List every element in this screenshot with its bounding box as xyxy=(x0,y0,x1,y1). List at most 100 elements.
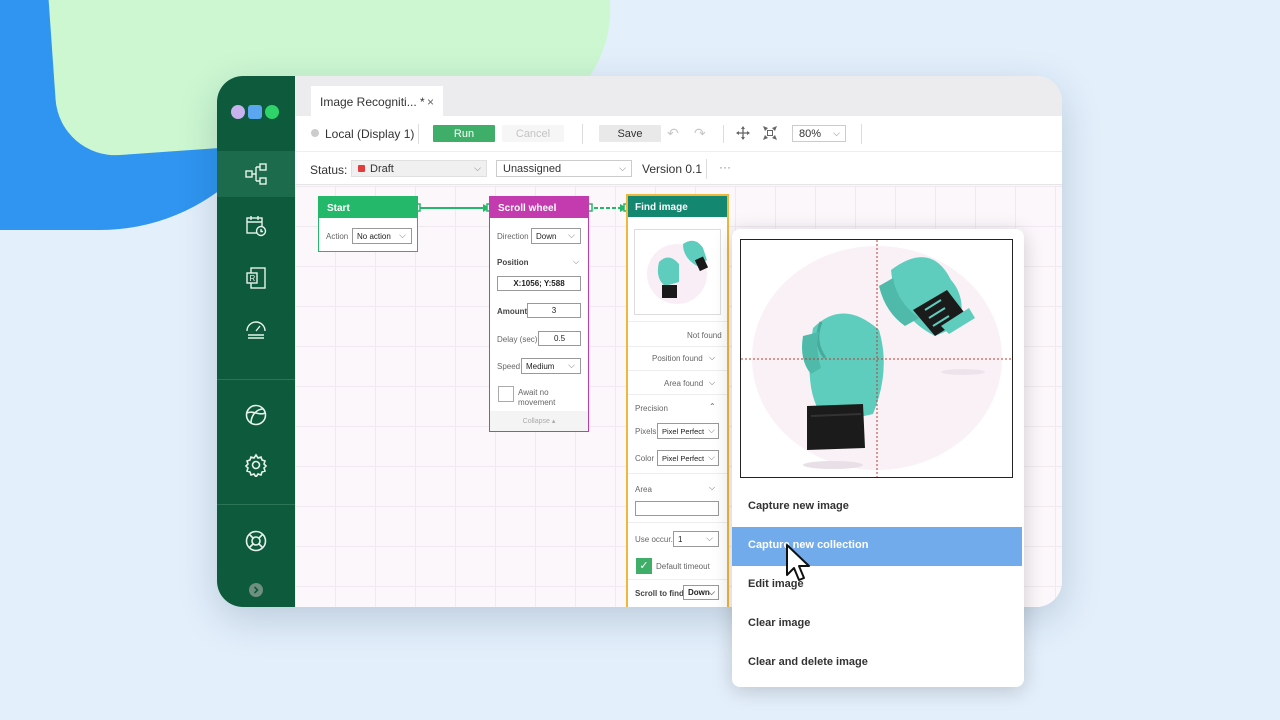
sidebar-divider xyxy=(217,379,295,380)
workflow-icon[interactable] xyxy=(243,161,269,187)
close-icon[interactable]: × xyxy=(427,95,434,109)
run-button[interactable]: Run xyxy=(433,125,495,142)
assignee-select[interactable]: Unassigned ⌵ xyxy=(496,160,632,177)
default-timeout-label: Default timeout xyxy=(656,562,710,571)
toolbar-divider xyxy=(861,124,862,144)
mouse-cursor-icon xyxy=(786,544,810,581)
dot-purple xyxy=(231,105,245,119)
status-value: Draft xyxy=(370,162,394,175)
assignee-value: Unassigned xyxy=(503,162,562,175)
more-options-icon[interactable]: ··· xyxy=(719,160,731,174)
chevron-down-icon[interactable]: ⌵ xyxy=(709,483,715,493)
menu-capture-new-collection[interactable]: Capture new collection xyxy=(732,527,1022,566)
action-select[interactable]: No action ⌵ xyxy=(352,228,412,244)
area-label: Area xyxy=(635,485,652,494)
menu-clear-image[interactable]: Clear image xyxy=(732,605,1022,644)
find-node-title: Find image xyxy=(628,196,727,217)
position-input[interactable]: X:1056; Y:588 xyxy=(497,276,581,291)
dashboard-icon[interactable] xyxy=(243,316,269,342)
chevron-down-icon: ⌵ xyxy=(399,230,406,240)
draft-status-icon xyxy=(358,165,365,172)
action-label: Action xyxy=(326,232,349,241)
pixels-label: Pixels xyxy=(635,427,657,436)
precision-label: Precision xyxy=(635,404,668,413)
window-dots xyxy=(231,105,279,119)
find-node-divider xyxy=(628,522,727,523)
not-found-label: Not found xyxy=(687,331,722,340)
expand-icon[interactable] xyxy=(243,577,269,603)
chevron-down-icon: ⌵ xyxy=(568,230,575,240)
chevron-down-icon: ⌵ xyxy=(568,360,575,370)
speed-select[interactable]: Medium ⌵ xyxy=(521,358,581,374)
scroll-to-find-label: Scroll to find xyxy=(635,589,684,598)
chevron-down-icon: ⌵ xyxy=(474,163,481,173)
area-found-label[interactable]: Area found xyxy=(664,379,703,388)
chevron-down-icon: ⌵ xyxy=(706,533,713,543)
settings-icon[interactable] xyxy=(243,452,269,478)
tab-image-recognition[interactable]: Image Recogniti... * × xyxy=(311,86,443,116)
chevron-down-icon[interactable]: ⌵ xyxy=(709,378,715,388)
cancel-button[interactable]: Cancel xyxy=(502,125,564,142)
svg-text:R: R xyxy=(250,274,256,283)
find-node-divider xyxy=(628,321,727,322)
scheduler-icon[interactable] xyxy=(243,213,269,239)
scroll-to-find-select[interactable]: Down ⌵ xyxy=(683,585,719,600)
chevron-up-icon[interactable]: ⌃ xyxy=(709,402,716,411)
color-value: Pixel Perfect xyxy=(662,453,705,463)
scroll-to-find-value: Down xyxy=(688,588,710,597)
speed-value: Medium xyxy=(526,361,555,371)
menu-capture-new-image[interactable]: Capture new image xyxy=(732,488,1022,527)
speed-label: Speed xyxy=(497,362,521,371)
connection-status-icon xyxy=(311,129,319,137)
move-icon[interactable] xyxy=(736,126,750,143)
undo-icon[interactable]: ↶ xyxy=(667,125,679,142)
color-label: Color xyxy=(635,454,655,463)
find-node-divider xyxy=(628,394,727,395)
direction-label: Direction xyxy=(497,232,529,241)
globe-icon[interactable] xyxy=(243,402,269,428)
direction-value: Down xyxy=(536,231,557,241)
save-button[interactable]: Save xyxy=(599,125,661,142)
pixels-value: Pixel Perfect xyxy=(662,426,705,436)
pixels-select[interactable]: Pixel Perfect ⌵ xyxy=(657,423,719,439)
color-select[interactable]: Pixel Perfect ⌵ xyxy=(657,450,719,466)
status-divider xyxy=(706,159,707,179)
await-checkbox[interactable] xyxy=(498,386,514,402)
area-input[interactable] xyxy=(635,501,719,516)
fit-screen-icon[interactable] xyxy=(763,126,777,143)
await-label: Await no movement xyxy=(518,388,556,407)
menu-clear-and-delete-image[interactable]: Clear and delete image xyxy=(732,644,1022,683)
delay-input[interactable]: 0.5 xyxy=(538,331,581,346)
chevron-down-icon: ⌵ xyxy=(833,128,840,138)
status-select[interactable]: Draft ⌵ xyxy=(351,160,487,177)
chevron-down-icon[interactable]: ⌵ xyxy=(709,353,715,363)
default-timeout-checkbox[interactable]: ✓ xyxy=(636,558,652,574)
report-icon[interactable]: R xyxy=(243,265,269,291)
zoom-select[interactable]: 80% ⌵ xyxy=(792,125,846,142)
help-icon[interactable] xyxy=(243,528,269,554)
version-label: Version 0.1 xyxy=(642,162,703,176)
toolbar-divider xyxy=(723,125,724,143)
collapse-button[interactable]: Collapse ▴ xyxy=(490,411,588,431)
find-image-node[interactable]: Find image Not found Position found ⌵ Ar… xyxy=(626,194,729,607)
tab-bar: Image Recogniti... * × xyxy=(295,76,1062,116)
redo-icon[interactable]: ↷ xyxy=(694,125,706,142)
position-found-label[interactable]: Position found xyxy=(652,354,703,363)
amount-input[interactable]: 3 xyxy=(527,303,581,318)
use-occur-select[interactable]: 1 ⌵ xyxy=(673,531,719,547)
find-node-divider xyxy=(628,370,727,371)
find-node-divider xyxy=(628,473,727,474)
status-bar: Status: Draft ⌵ Unassigned ⌵ Version 0.1 ·… xyxy=(295,152,1062,185)
scroll-wheel-node[interactable]: Scroll wheel Direction Down ⌵ Position ⌵ … xyxy=(489,196,589,432)
sidebar-divider xyxy=(217,504,295,505)
image-thumbnail[interactable] xyxy=(634,229,721,315)
sidebar: R xyxy=(217,76,295,607)
direction-select[interactable]: Down ⌵ xyxy=(531,228,581,244)
menu-edit-image[interactable]: Edit image xyxy=(732,566,1022,605)
start-node[interactable]: Start Action No action ⌵ xyxy=(318,196,418,252)
chevron-down-icon[interactable]: ⌵ xyxy=(573,257,579,267)
image-preview[interactable] xyxy=(740,239,1013,478)
dot-green xyxy=(265,105,279,119)
display-label[interactable]: Local (Display 1) xyxy=(325,127,414,141)
action-value: No action xyxy=(357,231,391,241)
